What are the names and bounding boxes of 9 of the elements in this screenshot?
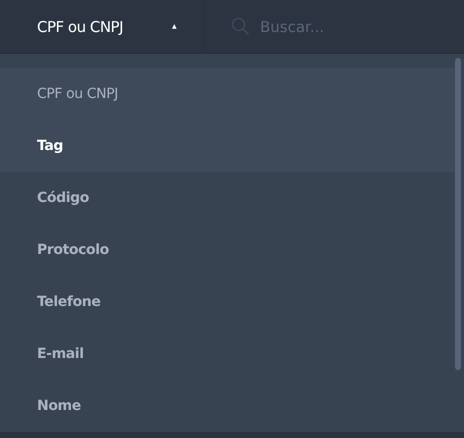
menu-item[interactable]: E-mail bbox=[0, 328, 455, 380]
menu-item[interactable]: Protocolo bbox=[0, 224, 455, 276]
menu-item[interactable]: Código bbox=[0, 172, 455, 224]
menu-item[interactable]: Telefone bbox=[0, 276, 455, 328]
scrollbar[interactable] bbox=[455, 58, 461, 370]
menu-item[interactable]: Tag bbox=[0, 120, 455, 172]
menu-item[interactable]: Nome bbox=[0, 380, 455, 432]
search-field[interactable]: Buscar... bbox=[258, 16, 412, 36]
menu-item[interactable]: CPF ou CNPJ bbox=[0, 68, 455, 120]
